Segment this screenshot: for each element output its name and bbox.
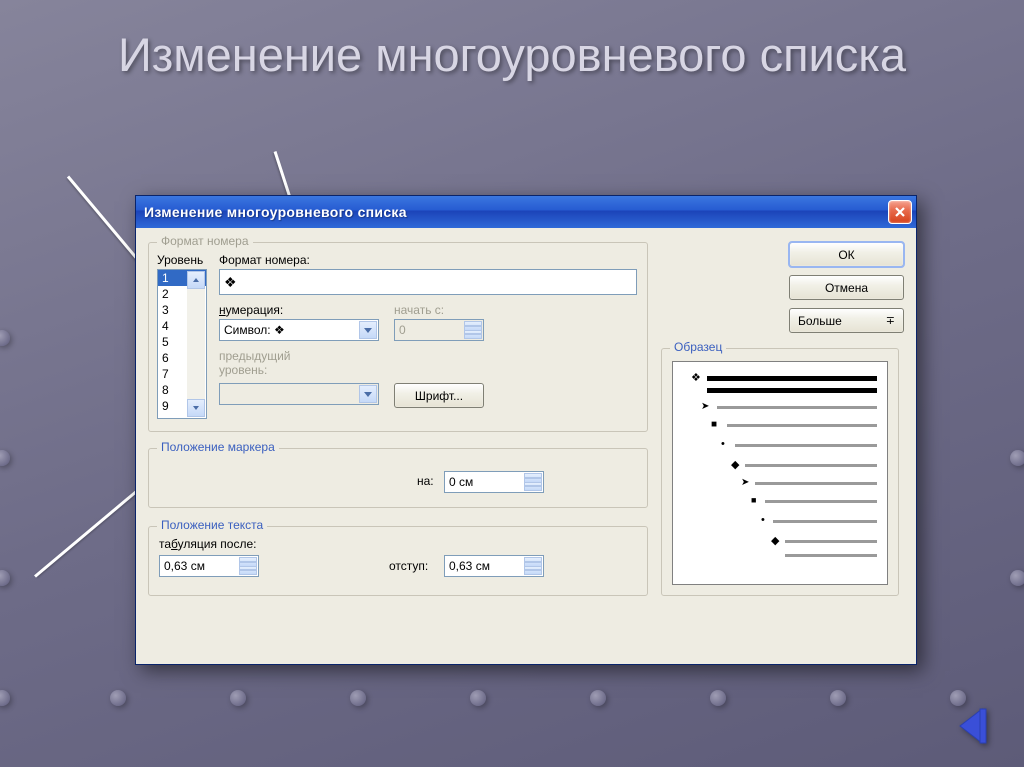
preview-line-6 [755,482,877,485]
preview-bullet-5: ◆ [731,458,739,471]
start-at-value: 0 [399,323,406,337]
preview-bullet-7: ■ [751,495,756,505]
group-label-marker-position: Положение маркера [157,440,279,454]
numbering-select[interactable]: Символ: ❖ [219,319,379,341]
chevron-down-icon [193,406,199,410]
slide-title: Изменение многоуровневого списка [0,0,1024,82]
prev-slide-button[interactable] [952,705,994,747]
previous-level-select [219,383,379,405]
group-sample: Образец ❖ ➤ ■ • ◆ ➤ ■ • ◆ [661,348,899,596]
dialog-body: Формат номера Уровень 1 2 3 4 5 6 7 8 9 … [136,228,916,664]
spinner[interactable] [524,557,542,575]
cancel-button[interactable]: Отмена [789,275,904,300]
font-button-label: Шрифт... [415,389,463,403]
preview-line-1 [707,376,877,381]
marker-at-value: 0 см [449,475,473,489]
font-button[interactable]: Шрифт... [394,383,484,408]
tab-after-input[interactable]: 0,63 см [159,555,259,577]
chevron-up-icon [193,278,199,282]
close-icon [894,206,906,218]
preview-line-9b [785,554,877,557]
preview-line-2 [717,406,877,409]
preview-line-4 [735,444,877,447]
preview-line-5 [745,464,877,467]
preview-bullet-8: • [761,514,765,526]
spinner[interactable] [524,473,542,491]
group-label-number-format: Формат номера [157,234,253,248]
label-start-at: начать с: [394,303,444,317]
preview-line-1b [707,388,877,393]
chevron-down-icon [364,392,372,397]
group-label-text-position: Положение текста [157,518,267,532]
tab-after-value: 0,63 см [164,559,205,573]
numbering-select-value: Символ: ❖ [224,323,285,337]
indent-input[interactable]: 0,63 см [444,555,544,577]
chevron-down-icon [525,569,541,571]
label-level: Уровень [157,253,203,267]
group-number-format: Формат номера Уровень 1 2 3 4 5 6 7 8 9 … [148,242,648,432]
marker-at-input[interactable]: 0 см [444,471,544,493]
dialog-title: Изменение многоуровневого списка [144,204,888,220]
scroll-up-button[interactable] [187,271,205,289]
preview-line-9 [785,540,877,543]
scroll-down-button[interactable] [187,399,205,417]
ok-button[interactable]: ОК [789,242,904,267]
label-marker-at: на: [417,474,434,488]
more-button-arrow-icon: ∓ [886,314,895,327]
preview-bullet-3: ■ [711,419,717,430]
close-button[interactable] [888,200,912,224]
level-scrollbar[interactable] [187,271,205,417]
preview-line-7 [765,500,877,503]
indent-value: 0,63 см [449,559,490,573]
preview-bullet-4: • [721,438,725,450]
spinner[interactable] [239,557,257,575]
preview-line-3 [727,424,877,427]
dropdown-button[interactable] [359,321,377,339]
group-marker-position: Положение маркера на: 0 см [148,448,648,508]
group-label-sample: Образец [670,340,726,354]
preview-line-8 [773,520,877,523]
dialog-window: Изменение многоуровневого списка Формат … [135,195,917,665]
chevron-down-icon [465,333,481,335]
level-listbox[interactable]: 1 2 3 4 5 6 7 8 9 [157,269,207,419]
cancel-button-label: Отмена [825,281,868,295]
group-text-position: Положение текста табуляция после: 0,63 с… [148,526,648,596]
preview-box: ❖ ➤ ■ • ◆ ➤ ■ • ◆ [672,361,888,585]
preview-bullet-6: ➤ [741,477,749,488]
chevron-up-icon [240,561,256,563]
chevron-down-icon [364,328,372,333]
chevron-down-icon [525,485,541,487]
spinner [464,321,482,339]
label-numbering: нумерация: [219,303,283,317]
chevron-down-icon [240,569,256,571]
number-format-input[interactable] [219,269,637,295]
preview-bullet-2: ➤ [701,401,709,412]
titlebar: Изменение многоуровневого списка [136,196,916,228]
more-button[interactable]: Больше ∓ [789,308,904,333]
chevron-up-icon [525,477,541,479]
label-previous-level: предыдущий уровень: [219,349,319,377]
preview-bullet-9: ◆ [771,534,779,547]
label-indent: отступ: [389,559,428,573]
preview-bullet-1: ❖ [691,371,701,384]
label-number-format: Формат номера: [219,253,310,267]
prev-arrow-icon [952,705,994,747]
chevron-up-icon [525,561,541,563]
more-button-label: Больше [798,314,842,328]
ok-button-label: ОК [838,248,854,262]
start-at-input: 0 [394,319,484,341]
chevron-up-icon [465,325,481,327]
label-tab-after: табуляция после: [159,537,256,551]
dropdown-button [359,385,377,403]
